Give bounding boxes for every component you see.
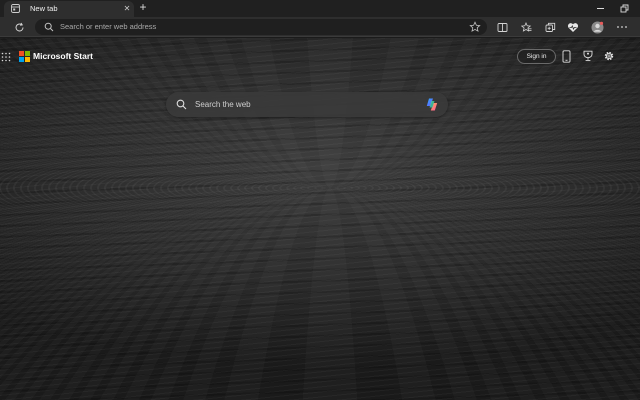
- settings-gear-icon: [604, 51, 613, 61]
- tab-favicon-icon: [11, 4, 20, 13]
- split-screen-button[interactable]: [495, 20, 509, 34]
- sign-in-button[interactable]: Sign in: [517, 49, 556, 64]
- minimize-button[interactable]: [590, 0, 610, 17]
- minimize-icon: [596, 8, 604, 9]
- more-icon: [617, 26, 627, 28]
- web-search-box[interactable]: Search the web: [166, 92, 448, 117]
- search-placeholder: Search the web: [195, 100, 251, 109]
- heart-pulse-icon: [567, 22, 579, 32]
- refresh-icon: [15, 22, 23, 31]
- search-icon: [176, 99, 187, 110]
- collections-icon: [545, 22, 555, 32]
- tab-title: New tab: [30, 4, 58, 13]
- tab-new-tab[interactable]: New tab ✕: [4, 1, 134, 17]
- profile-button[interactable]: [590, 20, 604, 34]
- mobile-app-button[interactable]: [560, 49, 573, 63]
- copilot-icon[interactable]: [424, 97, 440, 112]
- tab-strip: New tab ✕ +: [0, 0, 640, 17]
- favorites-button[interactable]: [519, 20, 533, 34]
- address-placeholder: Search or enter web address: [60, 22, 157, 31]
- collections-button[interactable]: [543, 20, 557, 34]
- star-icon[interactable]: [469, 21, 481, 33]
- more-button[interactable]: [615, 20, 629, 34]
- address-bar[interactable]: Search or enter web address: [35, 19, 487, 35]
- split-screen-icon: [497, 22, 507, 32]
- settings-button[interactable]: [602, 49, 615, 63]
- favorites-icon: [520, 21, 531, 32]
- brand-title[interactable]: Microsoft Start: [33, 50, 93, 63]
- app-launcher-icon[interactable]: [1, 52, 11, 62]
- new-tab-button[interactable]: +: [137, 1, 149, 15]
- close-icon[interactable]: ✕: [122, 3, 132, 14]
- phone-icon: [562, 49, 571, 63]
- microsoft-logo-icon: [19, 51, 30, 62]
- browser-toolbar: Search or enter web address: [0, 17, 640, 37]
- health-button[interactable]: [566, 20, 580, 34]
- restore-button[interactable]: [614, 0, 634, 17]
- rewards-trophy-icon: [583, 50, 592, 62]
- search-icon: [44, 22, 54, 32]
- refresh-button[interactable]: [12, 20, 26, 34]
- rewards-button[interactable]: [581, 49, 594, 63]
- new-tab-page: Microsoft Start Sign in Search the web: [0, 38, 640, 400]
- profile-avatar-icon: [591, 21, 603, 33]
- restore-icon: [620, 4, 628, 13]
